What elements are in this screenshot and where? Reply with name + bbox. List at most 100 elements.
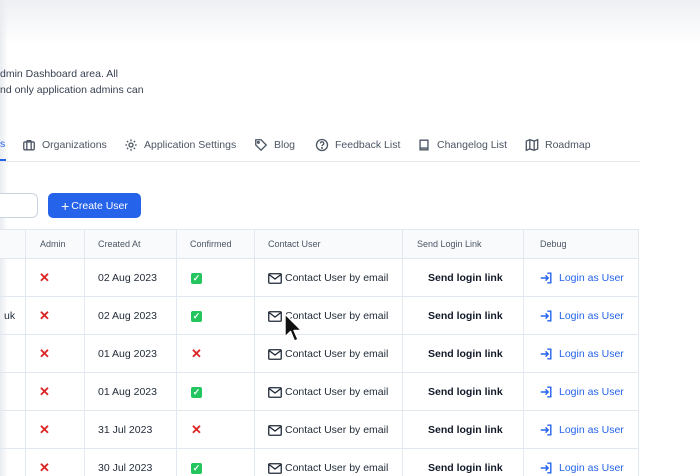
table-row: uk ✕ 02 Aug 2023 ✓ Contact User by email Send…: [0, 297, 639, 335]
confirmed-cell: ✓: [191, 259, 202, 297]
column-divider: [638, 229, 639, 476]
x-icon: ✕: [39, 308, 50, 323]
search-input[interactable]: [0, 193, 38, 218]
column-header-admin[interactable]: Admin: [40, 230, 66, 259]
tab-label: Feedback List: [335, 139, 401, 151]
tab-organizations[interactable]: Organizations: [22, 138, 107, 152]
login-as-user-link[interactable]: Login as User: [539, 373, 624, 411]
tab-application-settings[interactable]: Application Settings: [124, 138, 236, 152]
send-login-link-button[interactable]: Send login link: [428, 449, 503, 476]
column-divider: [84, 229, 85, 476]
tab-label: Changelog List: [437, 139, 508, 151]
page: dmin Dashboard area. All nd only applica…: [0, 0, 700, 476]
created-at-cell: 31 Jul 2023: [98, 424, 153, 436]
confirmed-cell: ✓: [191, 373, 202, 411]
admin-cell: ✕: [39, 373, 50, 411]
created-at-cell: 02 Aug 2023: [98, 272, 157, 284]
created-at-cell: 01 Aug 2023: [98, 386, 157, 398]
login-icon: [539, 347, 559, 361]
column-header-debug[interactable]: Debug: [540, 230, 567, 259]
column-header-contact-user[interactable]: Contact User: [268, 230, 321, 259]
confirmed-cell: ✕: [191, 411, 202, 449]
tab-label: Blog: [274, 139, 296, 151]
tab-label: Roadmap: [545, 139, 591, 151]
login-icon: [539, 423, 559, 437]
table-row: ✕ 01 Aug 2023 ✓ Contact User by email Send l…: [0, 373, 639, 411]
intro-text: dmin Dashboard area. All nd only applica…: [0, 66, 144, 98]
login-as-user-link[interactable]: Login as User: [539, 335, 624, 373]
x-icon: ✕: [39, 384, 50, 399]
checkmark-icon: ✓: [191, 310, 202, 322]
column-header-confirmed[interactable]: Confirmed: [190, 230, 232, 259]
contact-user-link[interactable]: Contact User by email: [268, 373, 388, 411]
table-row: ✕ 02 Aug 2023 ✓ Contact User by email Send l…: [0, 259, 639, 297]
question-circle-icon: [315, 138, 329, 152]
x-icon: ✕: [191, 346, 202, 361]
admin-cell: ✕: [39, 335, 50, 373]
admin-cell: ✕: [39, 411, 50, 449]
created-at-cell: 01 Aug 2023: [98, 348, 157, 360]
map-icon: [525, 138, 539, 152]
contact-label: Contact User by email: [285, 424, 389, 436]
checkmark-icon: ✓: [191, 272, 202, 284]
confirmed-cell: ✓: [191, 297, 202, 335]
tab-active-indicator: [0, 159, 6, 161]
created-at-cell: 30 Jul 2023: [98, 462, 153, 474]
table-row: ✕ 31 Jul 2023 ✕ Contact User by email Send l…: [0, 411, 639, 449]
mail-icon: [268, 310, 285, 322]
admin-cell: ✕: [39, 449, 50, 476]
send-login-link-button[interactable]: Send login link: [428, 297, 503, 335]
contact-user-link[interactable]: Contact User by email: [268, 259, 388, 297]
users-table: Admin Created At Confirmed Contact User …: [0, 229, 639, 476]
contact-label: Contact User by email: [285, 386, 389, 398]
login-label: Login as User: [559, 424, 624, 436]
login-label: Login as User: [559, 386, 624, 398]
admin-tabs: s Organizations Application Settings Blo…: [0, 134, 640, 162]
mail-icon: [268, 348, 285, 360]
tab-blog[interactable]: Blog: [254, 138, 295, 152]
book-icon: [419, 139, 429, 151]
send-login-link-button[interactable]: Send login link: [428, 259, 503, 297]
mouse-pointer-icon: [284, 313, 303, 342]
intro-line-1: dmin Dashboard area. All: [0, 68, 118, 80]
create-user-button[interactable]: + Create User: [48, 193, 141, 218]
login-icon: [539, 271, 559, 285]
login-as-user-link[interactable]: Login as User: [539, 411, 624, 449]
column-divider: [523, 229, 524, 476]
login-as-user-link[interactable]: Login as User: [539, 259, 624, 297]
mail-icon: [268, 386, 285, 398]
tab-label: Application Settings: [144, 139, 237, 151]
column-divider: [25, 229, 26, 476]
tab-users[interactable]: s: [0, 138, 5, 150]
mail-icon: [268, 272, 285, 284]
tab-changelog-list[interactable]: Changelog List: [417, 138, 507, 152]
login-as-user-link[interactable]: Login as User: [539, 297, 624, 335]
admin-cell: ✕: [39, 259, 50, 297]
briefcase-icon: [23, 139, 35, 151]
contact-label: Contact User by email: [285, 462, 389, 474]
name-cell: uk: [4, 310, 16, 322]
column-header-created-at[interactable]: Created At: [98, 230, 141, 259]
login-label: Login as User: [559, 462, 624, 474]
contact-user-link[interactable]: Contact User by email: [268, 449, 388, 476]
login-icon: [539, 461, 559, 475]
send-login-link-button[interactable]: Send login link: [428, 335, 503, 373]
login-as-user-link[interactable]: Login as User: [539, 449, 624, 476]
tab-roadmap[interactable]: Roadmap: [525, 138, 591, 152]
mail-icon: [268, 424, 285, 436]
column-header-send-login-link[interactable]: Send Login Link: [417, 230, 482, 259]
send-login-link-button[interactable]: Send login link: [428, 411, 503, 449]
column-divider: [254, 229, 255, 476]
create-user-label: Create User: [71, 199, 128, 212]
contact-user-link[interactable]: Contact User by email: [268, 411, 388, 449]
login-icon: [539, 385, 559, 399]
checkmark-icon: ✓: [191, 386, 202, 398]
created-at-cell: 02 Aug 2023: [98, 310, 157, 322]
login-icon: [539, 309, 559, 323]
send-login-link-button[interactable]: Send login link: [428, 373, 503, 411]
x-icon: ✕: [39, 270, 50, 285]
login-label: Login as User: [559, 272, 624, 284]
tab-feedback-list[interactable]: Feedback List: [315, 138, 400, 152]
contact-label: Contact User by email: [285, 272, 389, 284]
x-icon: ✕: [39, 460, 50, 475]
